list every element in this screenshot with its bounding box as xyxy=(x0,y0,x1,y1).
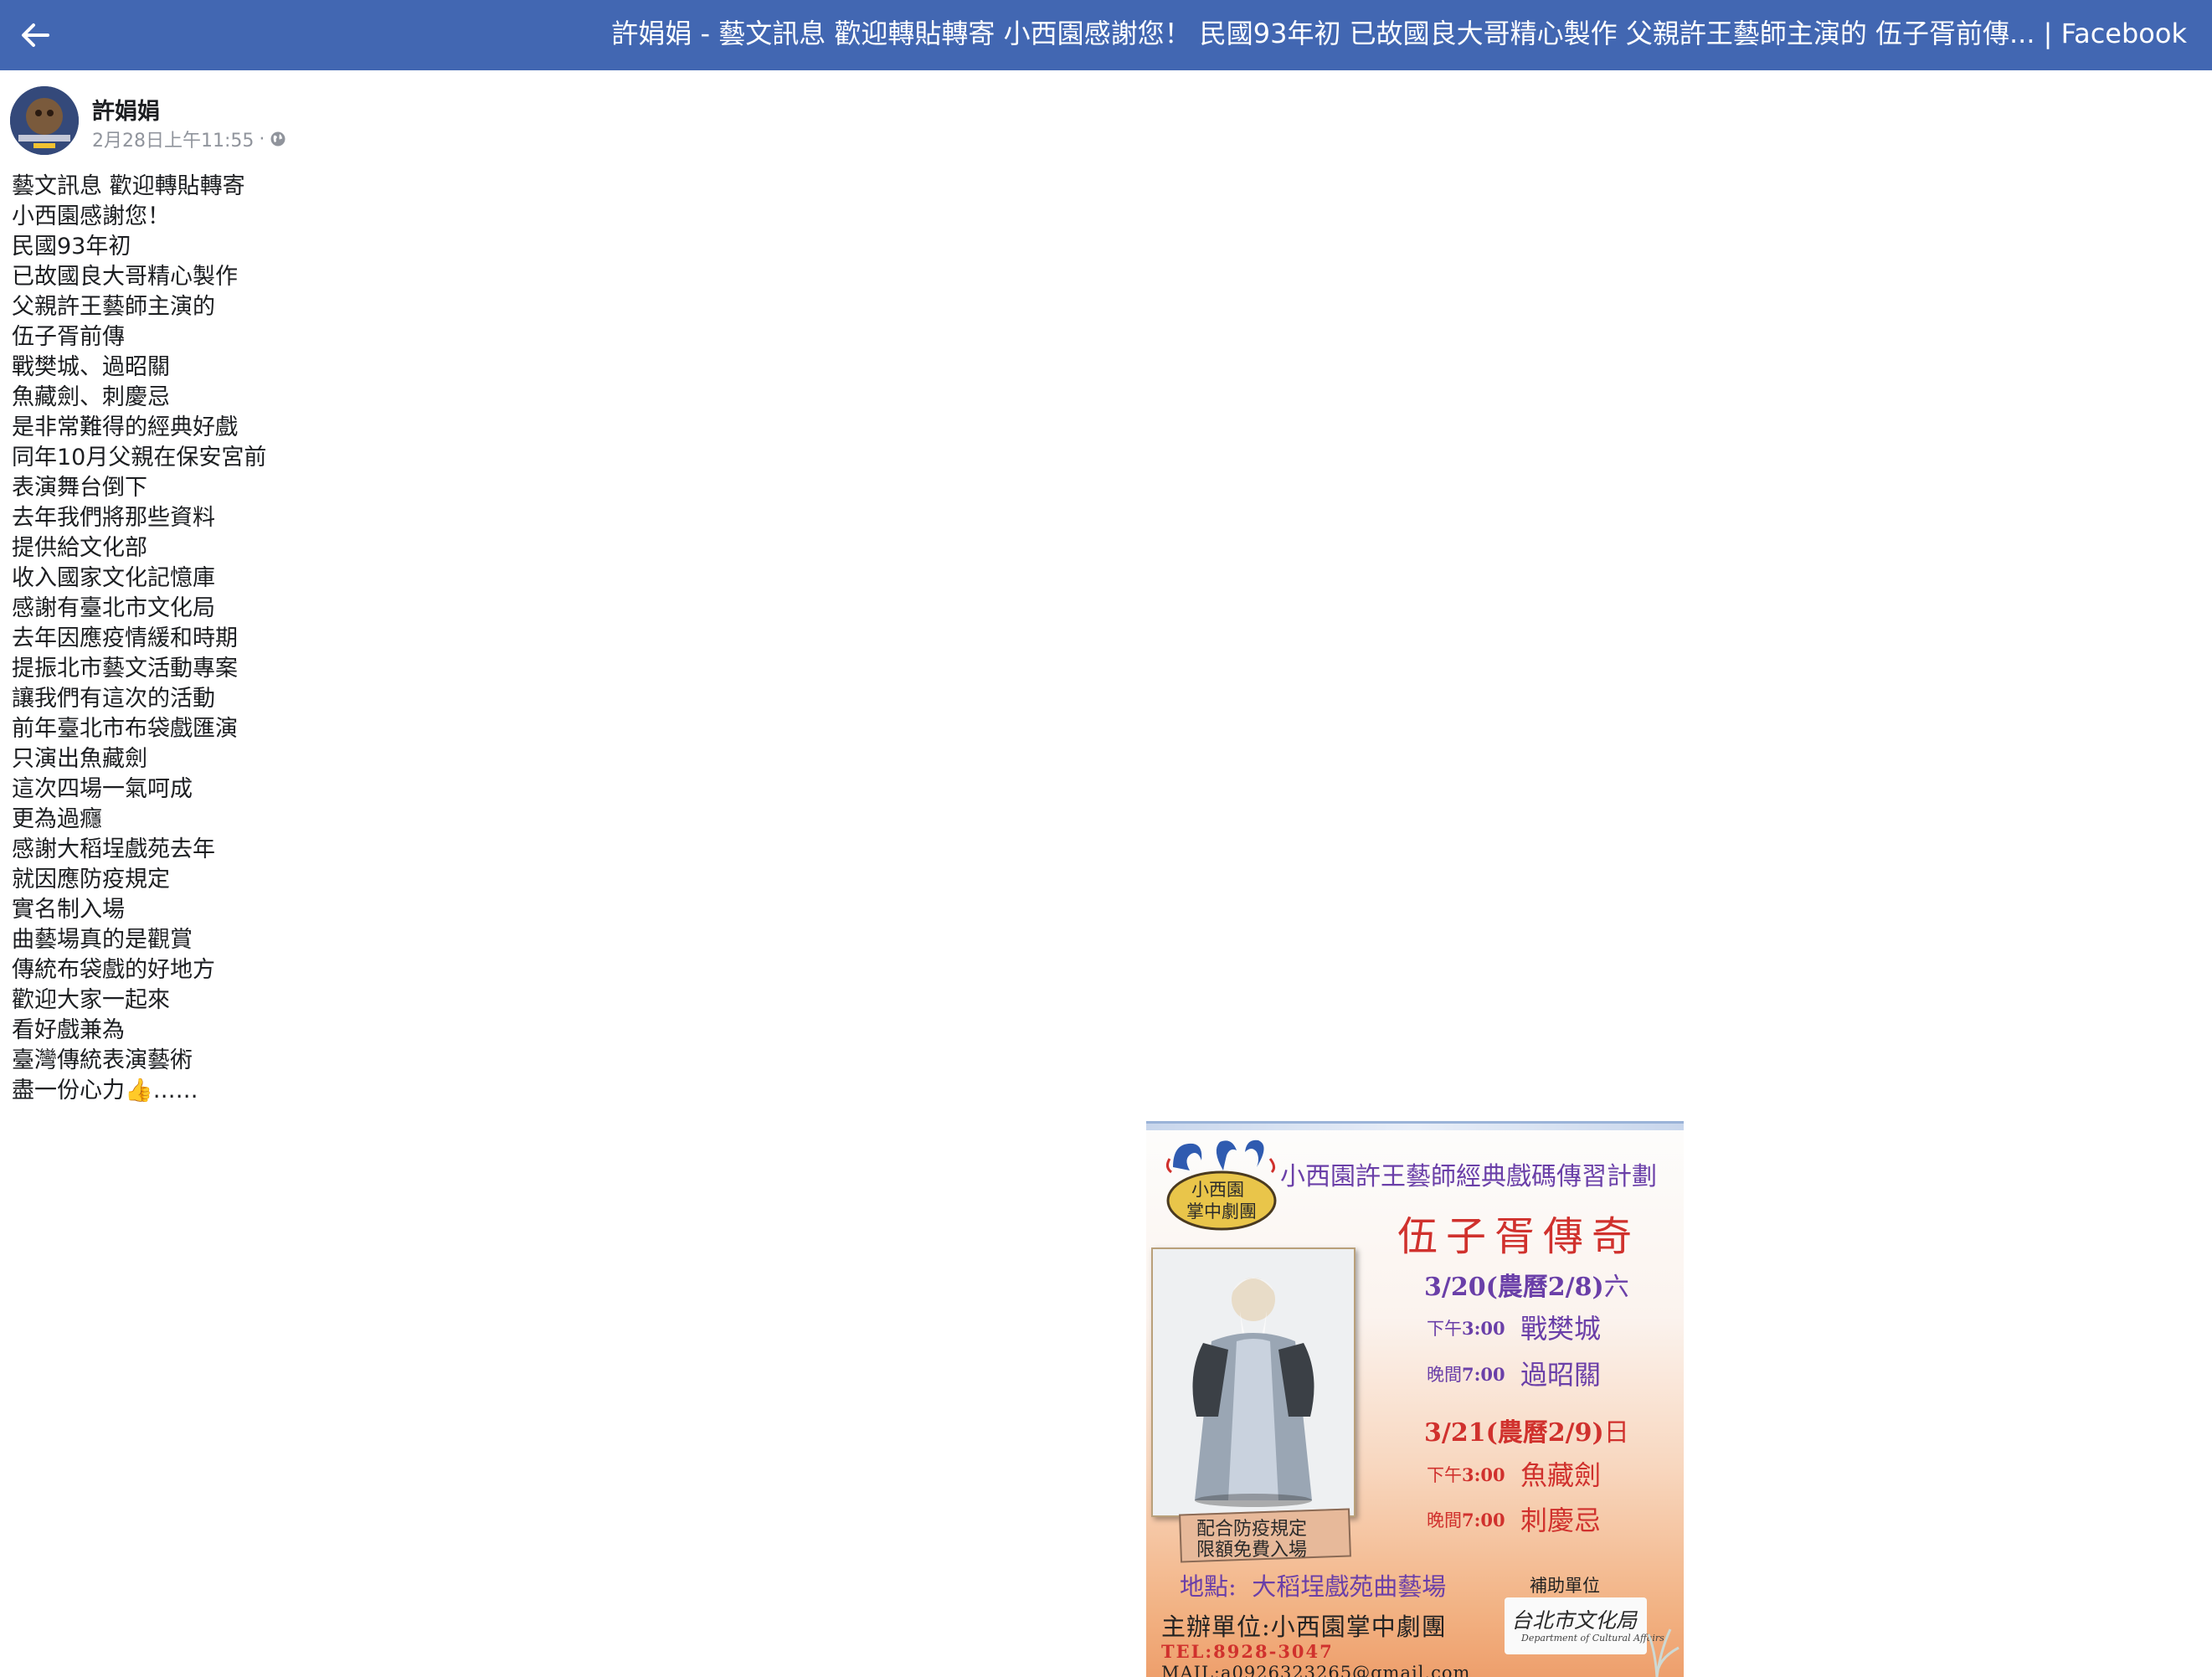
post-text-line: 去年因應疫情緩和時期 xyxy=(12,625,238,651)
day-1-session-1-play: 戰樊城 xyxy=(1520,1313,1602,1345)
day-2-session-2-play: 刺慶忌 xyxy=(1520,1505,1602,1536)
decorative-plant xyxy=(1647,1628,1680,1677)
post-text-line: 藝文訊息 歡迎轉貼轉寄 xyxy=(12,173,245,199)
post-text-line: 是非常難得的經典好戲 xyxy=(12,414,238,440)
post-text-line: 感謝大稻埕戲苑去年 xyxy=(12,836,215,862)
venue-line: 地點: 大稻埕戲苑曲藝場 xyxy=(1180,1572,1447,1601)
post-text-line: 感謝有臺北市文化局 xyxy=(12,595,215,621)
post-text-line: 提振北市藝文活動專案 xyxy=(12,656,238,682)
sponsor-label: 補助單位 xyxy=(1530,1576,1600,1596)
day-1-session-2-play: 過昭關 xyxy=(1520,1359,1602,1391)
day-2-session-1-label: 下午3:00 xyxy=(1427,1464,1505,1485)
profile-photo xyxy=(10,86,79,155)
post-text-line: 實名制入場 xyxy=(12,897,125,923)
post-text-line: 父親許王藝師主演的 xyxy=(12,294,215,320)
post-text-line: 收入國家文化記憶庫 xyxy=(12,565,215,591)
post-text-line: 民國93年初 xyxy=(12,234,131,260)
post-text-line: 臺灣傳統表演藝術 xyxy=(12,1047,193,1073)
post-text: 藝文訊息 歡迎轉貼轉寄 小西園感謝您！ 民國93年初已故國良大哥精心製作 父親許王藝師… xyxy=(12,172,266,1106)
sponsor-logo-text: 台北市文化局 xyxy=(1511,1608,1638,1633)
day-1-session-1-label: 下午3:00 xyxy=(1427,1318,1505,1339)
author-name[interactable]: 許娟娟 xyxy=(92,93,160,126)
post-text-line: 去年我們將那些資料 xyxy=(12,505,215,531)
post-text-line: 提供給文化部 xyxy=(12,535,147,561)
post-text-line: 魚藏劍、刺慶忌 xyxy=(12,384,170,410)
post-text-line: 同年10月父親在保安宮前 xyxy=(12,445,267,471)
page-title: 許娟娟 - 藝文訊息 歡迎轉貼轉寄 小西園感謝您！ 民國93年初 已故國良大哥精… xyxy=(611,18,2187,49)
back-button[interactable] xyxy=(12,12,59,59)
post-text-line: 讓我們有這次的活動 xyxy=(12,686,215,712)
post-text-line: 伍子胥前傳 xyxy=(12,324,125,350)
day-1-weekday: 六 xyxy=(1603,1273,1629,1302)
globe-icon xyxy=(270,131,286,147)
post-meta: 2月28日上午11:55 · xyxy=(92,126,286,152)
puppet-photo xyxy=(1151,1247,1355,1517)
post-text-line: 曲藝場真的是觀賞 xyxy=(12,927,193,953)
poster-top-border xyxy=(1146,1124,1684,1130)
day-2-session-2-label: 晚間7:00 xyxy=(1427,1510,1505,1530)
plan-title: 小西園許王藝師經典戲碼傳習計劃 xyxy=(1280,1162,1657,1191)
post-text-line: 前年臺北市布袋戲匯演 xyxy=(12,716,238,742)
post-text-line: 小西園感謝您！ xyxy=(12,203,170,229)
post-text-line: 就因應防疫規定 xyxy=(12,867,170,893)
day-2-date: 3/21(農曆2/9) xyxy=(1424,1418,1604,1448)
day-2-session-1-play: 魚藏劍 xyxy=(1520,1459,1602,1491)
schedule-day-2: 3/21(農曆2/9)日 xyxy=(1424,1412,1629,1448)
post-text-line: 更為過癮 xyxy=(12,806,102,832)
avatar[interactable] xyxy=(10,86,79,155)
organizer: 主辦單位:小西園掌中劇團 xyxy=(1161,1613,1447,1641)
post-image[interactable]: 小西園 掌中劇團 小西園許王藝師經典戲碼傳習計劃 伍子胥傳奇 配合防疫規定 限額… xyxy=(1146,1121,1684,1677)
post-text-line: 只演出魚藏劍 xyxy=(12,746,147,772)
post-text-line: 看好戲兼為 xyxy=(12,1017,125,1043)
post-text-line: 傳統布袋戲的好地方 xyxy=(12,957,215,983)
post-text-line: 已故國良大哥精心製作 xyxy=(12,264,238,290)
day-1-date: 3/20(農曆2/8) xyxy=(1424,1273,1604,1302)
post-text-line: 歡迎大家一起來 xyxy=(12,987,170,1013)
notice-line-2: 限額免費入場 xyxy=(1196,1540,1308,1561)
post-text-line: 這次四場一氣呵成 xyxy=(12,776,193,802)
mail: MAIL:a0926323265@gmail.com xyxy=(1161,1663,1471,1677)
meta-separator: · xyxy=(259,128,265,150)
top-bar: 許娟娟 - 藝文訊息 歡迎轉貼轉寄 小西園感謝您！ 民國93年初 已故國良大哥精… xyxy=(0,0,2212,70)
schedule-day-1: 3/20(農曆2/8)六 xyxy=(1424,1266,1629,1303)
arrow-left-icon xyxy=(22,23,49,47)
day-1-session-2-label: 晚間7:00 xyxy=(1427,1364,1505,1385)
post-text-line: 戰樊城、過昭關 xyxy=(12,354,170,380)
show-title: 伍子胥傳奇 xyxy=(1397,1213,1641,1260)
post-text-line: 表演舞台倒下 xyxy=(12,475,147,501)
post-text-line: 盡一份心力👍…… xyxy=(12,1078,198,1103)
logo-text-2: 掌中劇團 xyxy=(1186,1201,1257,1222)
day-2-weekday: 日 xyxy=(1603,1418,1629,1448)
post-timestamp[interactable]: 2月28日上午11:55 xyxy=(92,126,254,152)
tel: TEL:8928-3047 xyxy=(1161,1641,1334,1662)
